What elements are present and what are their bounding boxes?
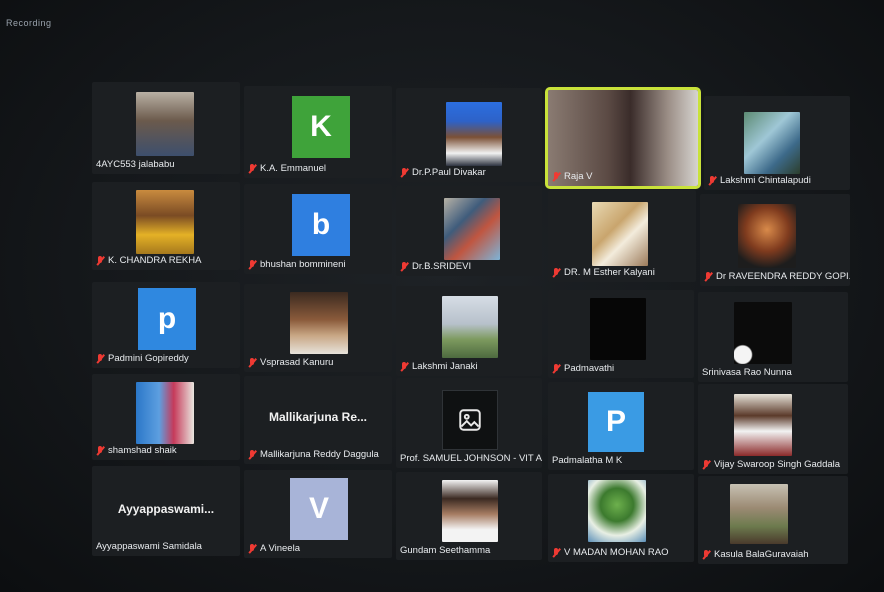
participant-name: Kasula BalaGuravaiah	[714, 549, 809, 560]
participant-tile[interactable]: p Padmini Gopireddy	[92, 282, 240, 368]
mic-muted-icon	[552, 268, 560, 278]
mic-muted-icon	[552, 548, 560, 558]
participant-photo	[290, 292, 348, 354]
participant-name: K. CHANDRA REKHA	[108, 255, 202, 266]
avatar: p	[138, 288, 196, 350]
mic-muted-icon	[702, 460, 710, 470]
participant-name: Gundam Seethamma	[400, 545, 491, 556]
participant-tile-active-speaker[interactable]: Raja V	[545, 87, 701, 189]
participant-tile[interactable]: Gundam Seethamma	[396, 472, 542, 560]
participant-name: A Vineela	[260, 543, 300, 554]
participant-name: Vijay Swaroop Singh Gaddala	[714, 459, 841, 470]
participant-name: 4AYC553 jalababu	[96, 159, 175, 170]
participant-tile[interactable]: Srinivasa Rao Nunna	[698, 292, 848, 382]
mic-muted-icon	[708, 176, 716, 186]
mic-muted-icon	[96, 446, 104, 456]
participant-photo	[738, 204, 796, 268]
participant-tile[interactable]: Vsprasad Kanuru	[244, 284, 392, 372]
participant-tile[interactable]: K. CHANDRA REKHA	[92, 182, 240, 270]
participant-tile[interactable]: Kasula BalaGuravaiah	[698, 476, 848, 564]
participant-photo	[442, 296, 498, 358]
participant-tile[interactable]: P Padmalatha M K	[548, 382, 694, 470]
participant-name: Raja V	[564, 171, 593, 182]
participant-tile[interactable]: Lakshmi Chintalapudi	[704, 96, 850, 190]
mic-muted-icon	[400, 362, 408, 372]
participant-name: Prof. SAMUEL JOHNSON - VIT A...	[400, 453, 542, 464]
mic-muted-icon	[248, 164, 256, 174]
participant-name: Lakshmi Chintalapudi	[720, 175, 811, 186]
participant-display-name: Ayyappaswami...	[117, 502, 215, 516]
mic-muted-icon	[704, 272, 712, 282]
participant-video	[734, 302, 792, 364]
participant-name: Srinivasa Rao Nunna	[702, 367, 792, 378]
participant-photo	[136, 382, 194, 444]
mic-muted-icon	[400, 168, 408, 178]
participant-tile[interactable]: Dr RAVEENDRA REDDY GOPI...	[700, 194, 850, 286]
mic-muted-icon	[552, 172, 560, 182]
participant-name: DR. M Esther Kalyani	[564, 267, 655, 278]
participant-photo	[730, 484, 788, 544]
participant-name: Dr.P.Paul Divakar	[412, 167, 486, 178]
recording-indicator: Recording	[6, 18, 52, 28]
participant-name: Vsprasad Kanuru	[260, 357, 334, 368]
participant-name: Lakshmi Janaki	[412, 361, 478, 372]
participant-tile[interactable]: Dr.B.SRIDEVI	[396, 186, 542, 276]
participant-tile[interactable]: Ayyappaswami... Ayyappaswami Samidala	[92, 466, 240, 556]
mic-muted-icon	[702, 550, 710, 560]
mic-muted-icon	[248, 260, 256, 270]
image-placeholder-icon	[442, 390, 498, 450]
participant-photo	[446, 102, 502, 166]
participant-tile[interactable]: K K.A. Emmanuel	[244, 86, 392, 178]
participant-tile[interactable]: V A Vineela	[244, 470, 392, 558]
avatar: P	[588, 392, 644, 452]
participant-name: V MADAN MOHAN RAO	[564, 547, 669, 558]
participant-tile[interactable]: 4AYC553 jalababu	[92, 82, 240, 174]
meeting-gallery-view: Recording 4AYC553 jalababu K K.A. Emmanu…	[0, 0, 884, 592]
mic-muted-icon	[248, 450, 256, 460]
participant-photo	[136, 190, 194, 254]
participant-name: Padmalatha M K	[552, 455, 623, 466]
participant-display-name: Mallikarjuna Re...	[268, 410, 368, 424]
participant-tile[interactable]: DR. M Esther Kalyani	[548, 190, 696, 282]
participant-tile[interactable]: Prof. SAMUEL JOHNSON - VIT A...	[396, 378, 542, 468]
participant-photo	[442, 480, 498, 542]
participant-name: Mallikarjuna Reddy Daggula	[260, 449, 379, 460]
mic-muted-icon	[248, 358, 256, 368]
participant-tile[interactable]: b bhushan bommineni	[244, 184, 392, 274]
participant-tile[interactable]: Padmavathi	[548, 290, 694, 378]
participant-name: Padmavathi	[564, 363, 615, 374]
mic-muted-icon	[248, 544, 256, 554]
participant-video	[590, 298, 646, 360]
participant-name: Ayyappaswami Samidala	[96, 541, 202, 552]
participant-photo	[136, 92, 194, 156]
participant-tile[interactable]: V MADAN MOHAN RAO	[548, 474, 694, 562]
participant-photo	[588, 480, 646, 542]
participant-name: K.A. Emmanuel	[260, 163, 326, 174]
participant-tile[interactable]: Vijay Swaroop Singh Gaddala	[698, 384, 848, 474]
participant-photo	[592, 202, 648, 266]
participant-tile[interactable]: Lakshmi Janaki	[396, 286, 542, 376]
mic-muted-icon	[400, 262, 408, 272]
participant-name: shamshad shaik	[108, 445, 177, 456]
participant-tile[interactable]: Dr.P.Paul Divakar	[396, 88, 542, 182]
mic-muted-icon	[552, 364, 560, 374]
avatar: b	[292, 194, 350, 256]
participant-tile[interactable]: Mallikarjuna Re... Mallikarjuna Reddy Da…	[244, 376, 392, 464]
participant-tile[interactable]: shamshad shaik	[92, 374, 240, 460]
mic-muted-icon	[96, 354, 104, 364]
participant-name: Dr.B.SRIDEVI	[412, 261, 472, 272]
mic-muted-icon	[96, 256, 104, 266]
participant-photo	[734, 394, 792, 456]
participant-name: Padmini Gopireddy	[108, 353, 189, 364]
avatar: K	[292, 96, 350, 158]
participant-photo	[744, 112, 800, 174]
participant-name: bhushan bommineni	[260, 259, 346, 270]
participant-name: Dr RAVEENDRA REDDY GOPI...	[716, 271, 850, 282]
avatar: V	[290, 478, 348, 540]
participant-photo	[444, 198, 500, 260]
